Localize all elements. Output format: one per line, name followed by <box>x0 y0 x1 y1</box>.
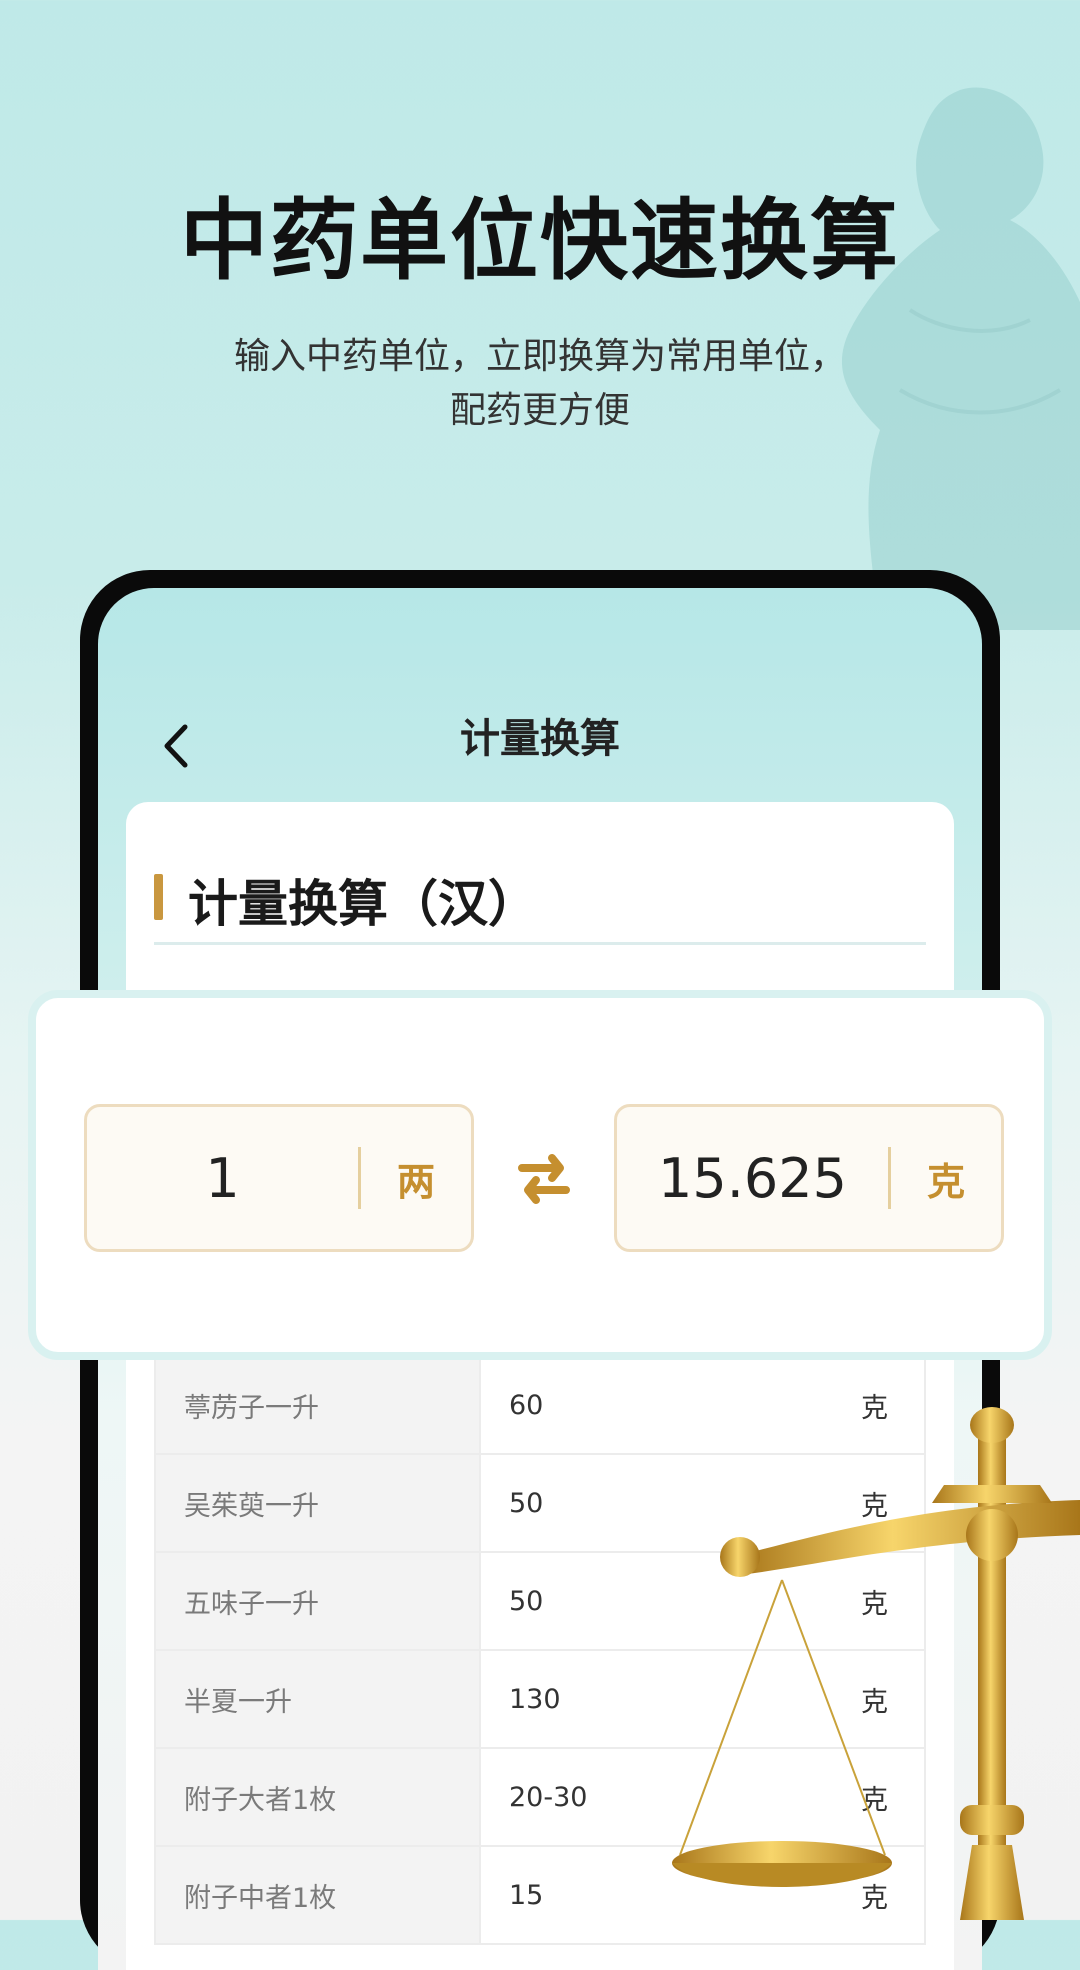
herb-name: 吴茱萸一升 <box>156 1455 481 1551</box>
card-divider <box>154 942 926 945</box>
herb-name: 半夏一升 <box>156 1651 481 1747</box>
from-value-input[interactable]: 1 <box>87 1147 358 1210</box>
swap-arrows-icon <box>518 1154 570 1204</box>
weight-value: 60 <box>509 1389 544 1421</box>
herb-name: 五味子一升 <box>156 1553 481 1649</box>
subline-line-1: 输入中药单位，立即换算为常用单位， <box>233 336 846 377</box>
balance-scale-decoration <box>672 1407 1080 1920</box>
weight-value: 130 <box>509 1683 561 1715</box>
unit-converter-panel: 1 两 15.625 克 <box>28 990 1052 1360</box>
herb-name: 葶苈子一升 <box>156 1357 481 1453</box>
herb-name: 附子中者1枚 <box>156 1847 481 1943</box>
swap-button[interactable] <box>512 1146 576 1210</box>
herb-name: 附子大者1枚 <box>156 1749 481 1845</box>
subline: 输入中药单位，立即换算为常用单位， 配药更方便 <box>0 330 1080 438</box>
title-accent-bar <box>154 874 163 920</box>
weight-value: 50 <box>509 1585 544 1617</box>
to-unit-select[interactable]: 克 <box>891 1151 1001 1206</box>
from-unit-select[interactable]: 两 <box>361 1151 471 1206</box>
to-output-box[interactable]: 15.625 克 <box>614 1104 1004 1252</box>
from-input-box[interactable]: 1 两 <box>84 1104 474 1252</box>
headline: 中药单位快速换算 <box>179 189 900 292</box>
subline-line-2: 配药更方便 <box>449 390 630 431</box>
nav-title: 计量换算 <box>460 715 620 762</box>
weight-value: 20-30 <box>509 1781 588 1813</box>
weight-value: 50 <box>509 1487 544 1519</box>
to-value-output: 15.625 <box>658 1146 847 1210</box>
weight-value: 15 <box>509 1879 544 1911</box>
card-title: 计量换算（汉） <box>188 874 538 933</box>
